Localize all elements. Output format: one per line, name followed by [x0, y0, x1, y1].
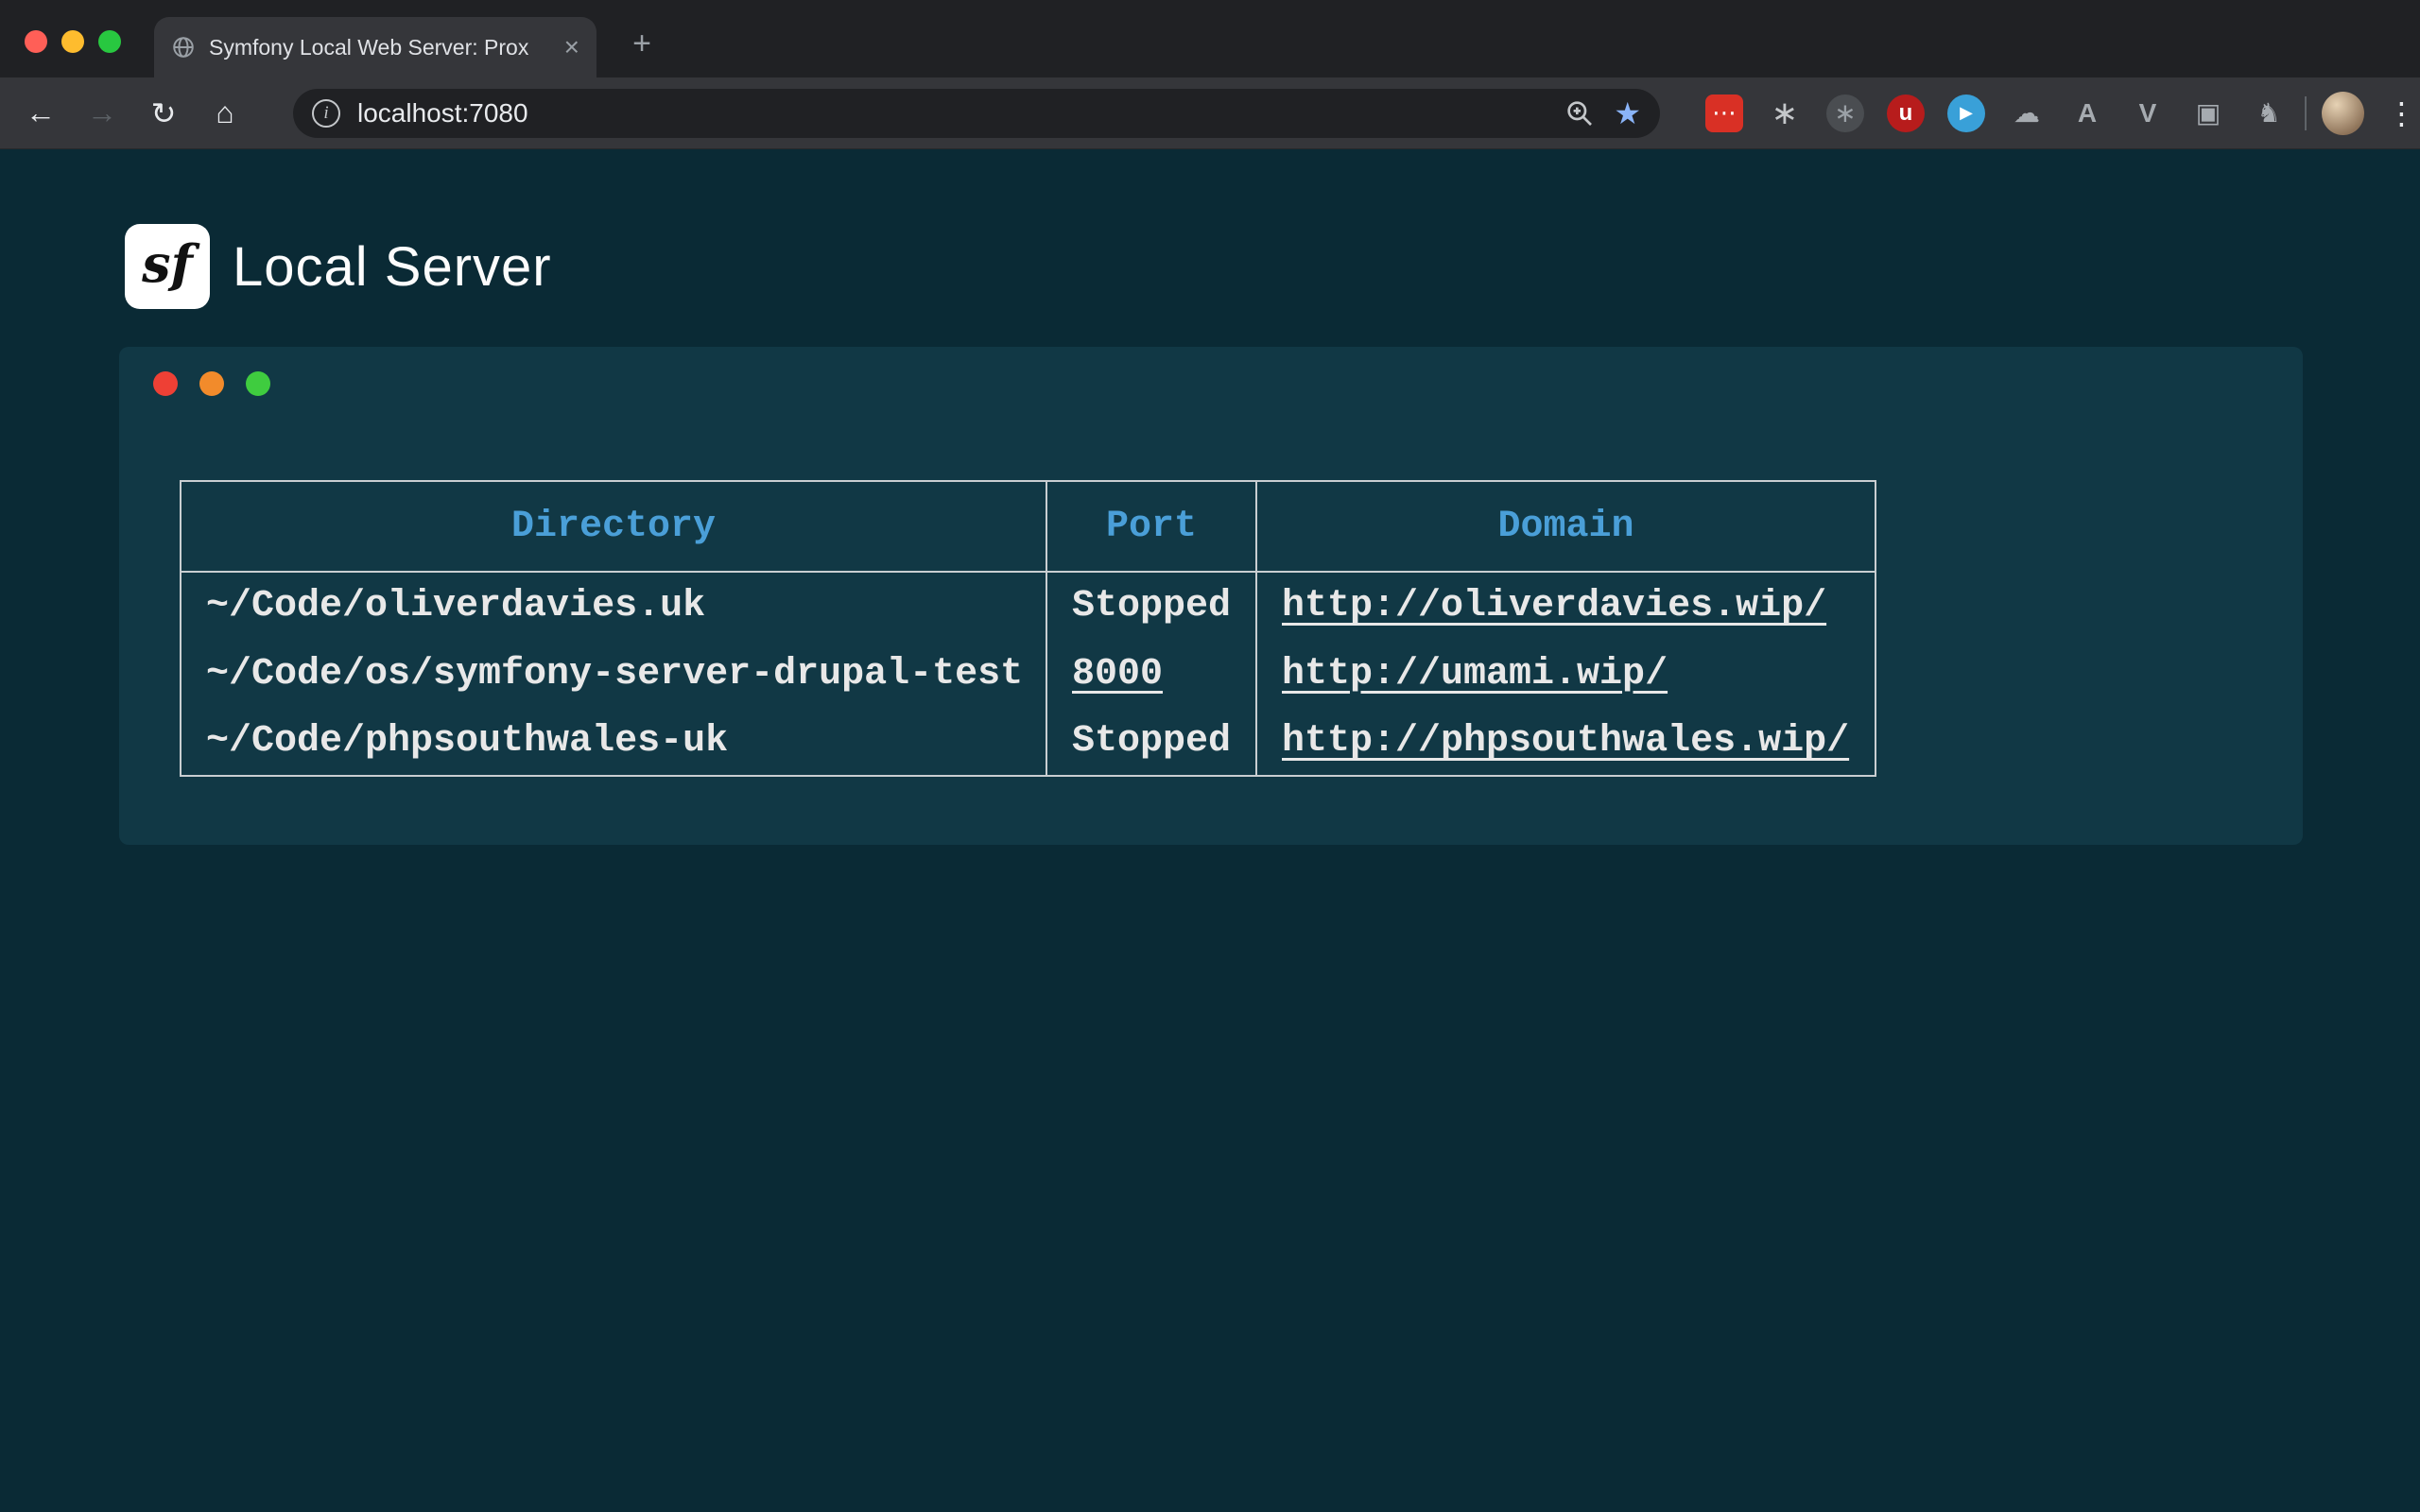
directory-cell: ~/Code/os/symfony-server-drupal-test: [181, 640, 1046, 708]
port-cell: 8000: [1046, 640, 1256, 708]
red-dot-icon: [153, 371, 178, 396]
table-row: ~/Code/oliverdavies.uk Stopped http://ol…: [181, 572, 1876, 640]
servers-table: Directory Port Domain ~/Code/oliverdavie…: [180, 480, 1876, 777]
ublock-extension-icon[interactable]: u: [1887, 94, 1925, 132]
tab-title: Symfony Local Web Server: Prox: [209, 35, 551, 60]
column-header-directory: Directory: [181, 481, 1046, 572]
address-bar[interactable]: i localhost:7080 ★: [293, 89, 1660, 138]
domain-cell: http://oliverdavies.wip/: [1256, 572, 1876, 640]
port-status: Stopped: [1046, 708, 1256, 776]
domain-cell: http://phpsouthwales.wip/: [1256, 708, 1876, 776]
page-content: sf Local Server Directory Port Domain ~/…: [0, 149, 2420, 1512]
site-info-icon[interactable]: i: [312, 99, 340, 128]
globe-favicon-icon: [171, 35, 196, 60]
terminal-window-dots: [153, 371, 270, 396]
window-close-button[interactable]: [25, 30, 47, 53]
url-text[interactable]: localhost:7080: [357, 98, 1564, 129]
toolbar-separator: [2305, 96, 2307, 130]
tab-close-icon[interactable]: ×: [564, 34, 579, 60]
table-row: ~/Code/phpsouthwales-uk Stopped http://p…: [181, 708, 1876, 776]
symfony-logo-text: sf: [142, 233, 193, 294]
red-dots-extension-icon[interactable]: ⋯: [1705, 94, 1743, 132]
cloud-extension-icon[interactable]: ☁: [2008, 94, 2046, 132]
green-dot-icon: [246, 371, 270, 396]
symfony-logo: sf: [125, 224, 210, 309]
browser-menu-icon[interactable]: ⋮: [2383, 95, 2420, 131]
window-minimize-button[interactable]: [61, 30, 84, 53]
dark-gear-extension-icon[interactable]: ∗: [1826, 94, 1864, 132]
column-header-domain: Domain: [1256, 481, 1876, 572]
tab-strip: Symfony Local Web Server: Prox × +: [0, 0, 2420, 77]
column-header-port: Port: [1046, 481, 1256, 572]
table-row: ~/Code/os/symfony-server-drupal-test 800…: [181, 640, 1876, 708]
domain-cell: http://umami.wip/: [1256, 640, 1876, 708]
page-title: Local Server: [233, 235, 552, 299]
directory-cell: ~/Code/phpsouthwales-uk: [181, 708, 1046, 776]
extensions-bar: ⋯ ∗ ∗ u ▶ ☁ A V ▣ ♞: [1705, 94, 2288, 132]
browser-toolbar: ← → ↻ ⌂ i localhost:7080 ★ ⋯ ∗ ∗ u ▶ ☁ A…: [0, 77, 2420, 149]
window-controls: [25, 30, 121, 53]
new-tab-button[interactable]: +: [621, 23, 663, 64]
reload-button[interactable]: ↻: [142, 92, 185, 135]
blue-circle-extension-icon[interactable]: ▶: [1947, 94, 1985, 132]
browser-tab[interactable]: Symfony Local Web Server: Prox ×: [154, 17, 596, 77]
bookmark-star-icon[interactable]: ★: [1614, 98, 1641, 129]
letter-a-extension-icon[interactable]: A: [2068, 94, 2106, 132]
window-zoom-button[interactable]: [98, 30, 121, 53]
forward-button[interactable]: →: [80, 92, 124, 135]
domain-link[interactable]: http://oliverdavies.wip/: [1282, 585, 1826, 627]
home-button[interactable]: ⌂: [203, 92, 247, 135]
table-header-row: Directory Port Domain: [181, 481, 1876, 572]
light-gear-extension-icon[interactable]: ∗: [1766, 94, 1804, 132]
profile-avatar[interactable]: [2322, 92, 2364, 135]
port-link[interactable]: 8000: [1072, 653, 1163, 696]
back-button[interactable]: ←: [19, 92, 62, 135]
server-card: Directory Port Domain ~/Code/oliverdavie…: [119, 347, 2303, 845]
domain-link[interactable]: http://phpsouthwales.wip/: [1282, 720, 1849, 763]
letter-v-extension-icon[interactable]: V: [2129, 94, 2167, 132]
orange-dot-icon: [199, 371, 224, 396]
domain-link[interactable]: http://umami.wip/: [1282, 653, 1668, 696]
directory-cell: ~/Code/oliverdavies.uk: [181, 572, 1046, 640]
zoom-icon[interactable]: [1564, 98, 1595, 129]
grid-extension-icon[interactable]: ▣: [2189, 94, 2227, 132]
cat-extension-icon[interactable]: ♞: [2250, 94, 2288, 132]
port-status: Stopped: [1046, 572, 1256, 640]
